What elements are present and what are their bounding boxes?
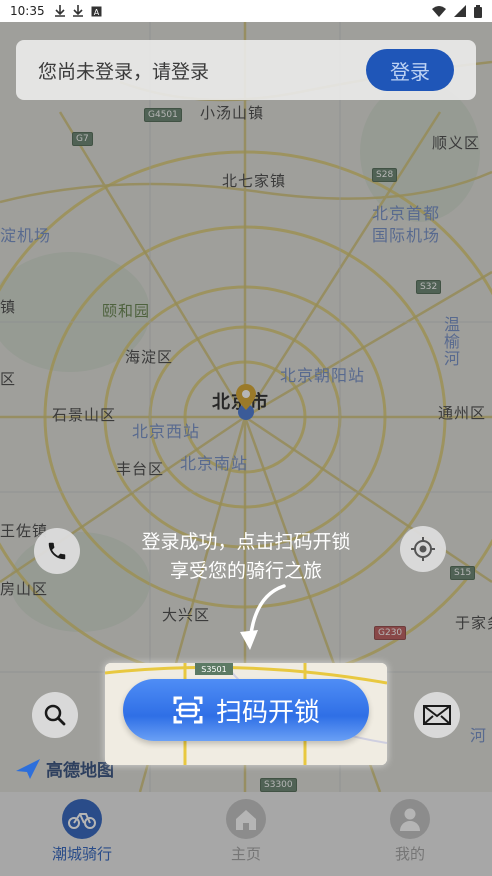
- status-bar: 10:35 A: [0, 0, 492, 22]
- wifi-icon: [432, 5, 446, 17]
- amap-logo-icon: [16, 758, 40, 779]
- message-button[interactable]: [414, 692, 460, 738]
- search-button[interactable]: [32, 692, 78, 738]
- map-logo: 高德地图: [14, 756, 114, 781]
- download-icon: [72, 5, 83, 17]
- curved-arrow-icon: [240, 584, 286, 650]
- mail-icon: [423, 705, 451, 725]
- scan-icon: [173, 696, 203, 724]
- battery-icon: [474, 4, 482, 18]
- guide-tooltip: 登录成功，点击扫码开锁 享受您的骑行之旅: [0, 528, 492, 586]
- search-icon: [44, 704, 66, 726]
- download-icon: [54, 5, 65, 17]
- highlight-road-shield: S3501: [201, 665, 226, 674]
- map-logo-text: 高德地图: [46, 761, 114, 781]
- scan-highlight: S3501 扫码开锁: [105, 663, 387, 765]
- login-button[interactable]: 登录: [366, 49, 454, 91]
- svg-text:A: A: [93, 8, 99, 17]
- a-icon: A: [91, 6, 102, 17]
- login-card: 您尚未登录，请登录 登录: [16, 40, 476, 100]
- status-time: 10:35: [10, 4, 45, 18]
- signal-icon: [454, 5, 466, 17]
- scan-unlock-label: 扫码开锁: [215, 697, 320, 728]
- login-prompt: 您尚未登录，请登录: [38, 60, 210, 83]
- tooltip-line-1: 登录成功，点击扫码开锁: [141, 531, 351, 553]
- scan-unlock-button[interactable]: 扫码开锁: [123, 679, 369, 741]
